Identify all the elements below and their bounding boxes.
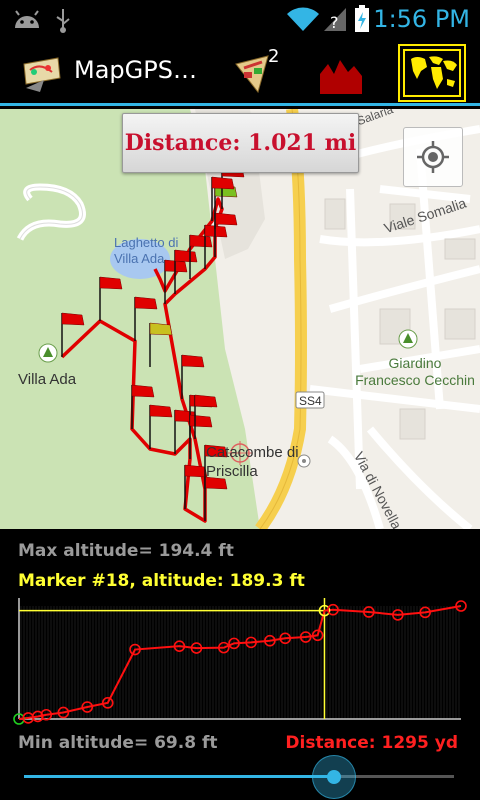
marker-flag[interactable] xyxy=(131,384,155,398)
app-title: MapGPS… xyxy=(74,56,197,84)
marker-flag[interactable] xyxy=(181,354,205,368)
distance-button[interactable]: Distance: 1.021 mi xyxy=(122,113,359,173)
battery-icon xyxy=(355,5,369,32)
world-map-button[interactable] xyxy=(398,44,466,102)
svg-text:?: ? xyxy=(330,13,339,32)
map-label-giardino: Giardino Francesco Cecchin xyxy=(355,355,475,388)
park-icon xyxy=(38,343,58,363)
waypoints-badge: 2 xyxy=(268,46,280,67)
marker-flag[interactable] xyxy=(134,296,158,310)
map-label-catacombe: Catacombe di Priscilla xyxy=(206,444,299,480)
action-bar: MapGPS… 2 xyxy=(0,38,480,106)
crosshair-icon xyxy=(417,141,449,173)
markers-button[interactable]: 2 xyxy=(232,46,282,98)
slider-thumb[interactable] xyxy=(311,755,356,799)
ss4-label: SS4 xyxy=(299,394,322,408)
altitude-profile-icon xyxy=(320,60,362,94)
map-label-villa-ada: Villa Ada xyxy=(18,371,77,388)
altitude-panel: Max altitude= 194.4 ft Marker #18, altit… xyxy=(0,529,480,800)
marker-flag[interactable] xyxy=(149,322,173,336)
marker-flag[interactable] xyxy=(194,394,218,408)
marker-flag[interactable] xyxy=(214,212,238,226)
my-location-button[interactable] xyxy=(403,127,463,187)
altitude-profile-button[interactable] xyxy=(318,54,364,96)
world-map-icon xyxy=(405,51,459,95)
wifi-icon xyxy=(287,7,319,31)
marker-flag[interactable] xyxy=(149,404,173,418)
android-icon xyxy=(15,10,39,28)
usb-icon xyxy=(56,9,70,33)
marker-flag[interactable] xyxy=(204,224,228,238)
status-bar: ? 1:56 PM xyxy=(0,0,480,38)
marker-flag[interactable] xyxy=(61,312,85,326)
marker-flag[interactable] xyxy=(184,464,208,478)
slider-fill xyxy=(24,775,334,778)
marker-flag[interactable] xyxy=(189,414,213,428)
clock: 1:56 PM xyxy=(373,5,470,33)
altitude-chart[interactable] xyxy=(0,529,480,729)
profile-slider[interactable] xyxy=(24,755,454,799)
min-altitude-label: Min altitude= 69.8 ft xyxy=(18,733,218,753)
marker-flag[interactable] xyxy=(211,176,235,190)
marker-flag[interactable] xyxy=(99,276,123,290)
map-label-laghetto: Laghetto di Villa Ada xyxy=(114,235,179,266)
mapgps-app-icon[interactable] xyxy=(20,50,64,94)
action-bar-divider xyxy=(0,103,480,106)
park-icon xyxy=(398,329,418,349)
signal-icon: ? xyxy=(324,8,346,32)
profile-distance-label: Distance: 1295 yd xyxy=(285,733,458,753)
